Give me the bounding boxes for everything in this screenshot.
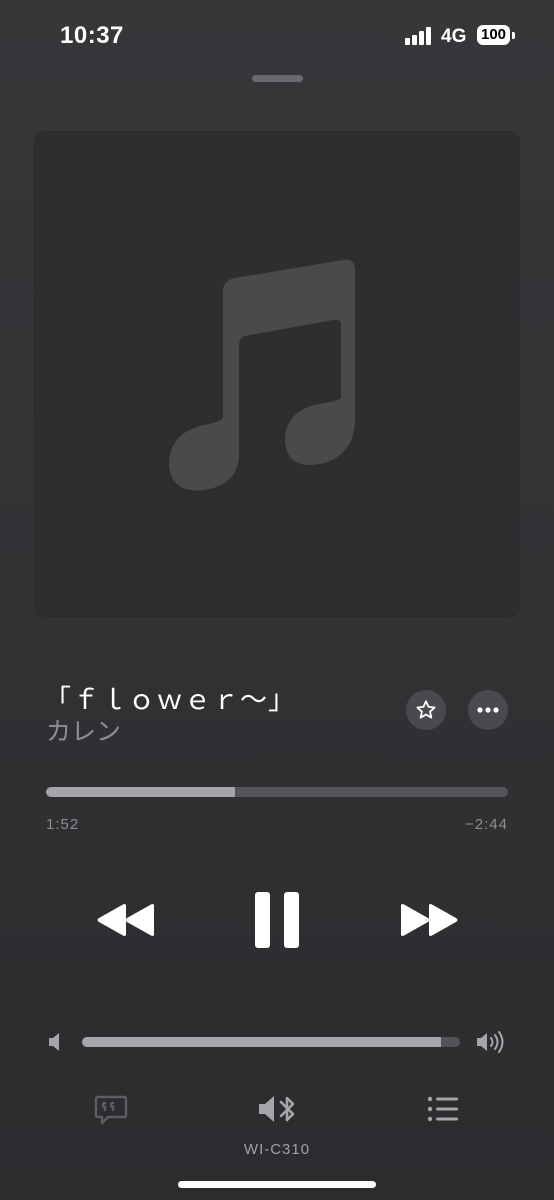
ellipsis-icon: [477, 707, 499, 713]
pause-icon[interactable]: [253, 890, 301, 950]
playback-progress-fill: [46, 787, 236, 797]
music-note-icon: [169, 259, 355, 491]
lyrics-bubble-icon[interactable]: [94, 1093, 128, 1127]
more-options-button[interactable]: [468, 690, 508, 730]
output-device-name[interactable]: WI-C310: [0, 1141, 554, 1158]
fast-forward-icon[interactable]: [399, 900, 459, 940]
bluetooth-speaker-icon[interactable]: [257, 1092, 299, 1126]
sheet-grabber[interactable]: [252, 75, 303, 82]
status-time: 10:37: [60, 22, 124, 49]
speaker-high-icon: [477, 1031, 504, 1053]
network-type: 4G: [441, 26, 467, 47]
list-icon[interactable]: [427, 1095, 459, 1123]
battery-level: 100: [480, 26, 507, 43]
favorite-button[interactable]: [406, 690, 446, 730]
volume-slider[interactable]: [82, 1037, 460, 1047]
star-icon: [416, 700, 436, 719]
home-indicator[interactable]: [178, 1181, 376, 1188]
song-artist[interactable]: カレン: [46, 712, 121, 748]
volume-level-fill: [82, 1037, 442, 1047]
battery-icon: 100: [477, 25, 510, 45]
rewind-icon[interactable]: [96, 900, 156, 940]
playback-scrubber[interactable]: [46, 787, 508, 797]
elapsed-time: 1:52: [46, 816, 80, 833]
battery-tip: [512, 32, 515, 39]
remaining-time: −2:44: [465, 816, 508, 833]
speaker-low-icon: [49, 1033, 59, 1051]
cellular-signal-icon: [405, 27, 433, 45]
